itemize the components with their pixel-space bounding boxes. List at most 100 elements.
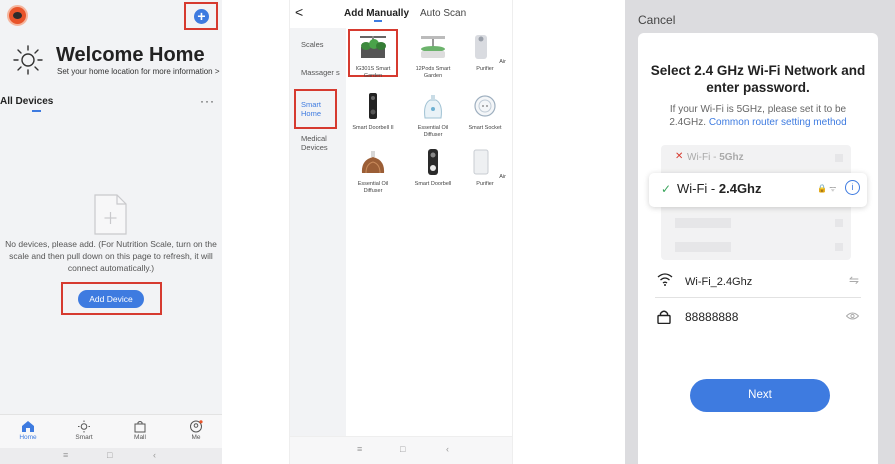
tab-indicator <box>32 110 41 112</box>
more-options-icon[interactable]: ··· <box>200 94 215 108</box>
air-purifier-icon <box>473 149 489 175</box>
info-icon[interactable]: i <box>845 180 860 195</box>
menu-icon[interactable]: ≡ <box>357 444 362 454</box>
device-label: Smart Doorbell <box>414 181 452 187</box>
close-icon: ✕ <box>675 151 684 162</box>
wifi-row-2-4ghz-selected[interactable]: ✓ Wi-Fi - 2.4Ghz 🔒 ᯤ i <box>649 173 867 207</box>
set-location-link[interactable]: Set your home location for more informat… <box>57 67 220 76</box>
stage: + Welcome Home Set your home location fo… <box>0 0 895 464</box>
highlight-box-add-device: Add Device <box>61 282 162 315</box>
wifi-5ghz-band: 5Ghz <box>719 152 744 163</box>
placeholder-bar <box>675 218 731 228</box>
device-item-doorbell-ii[interactable]: Smart Doorbell II <box>348 92 398 132</box>
pods-garden-icon <box>421 36 445 58</box>
placeholder-square <box>835 154 843 162</box>
device-item-12pods[interactable]: 12Pods Smart Garden <box>408 33 458 80</box>
check-icon: ✓ <box>661 182 672 196</box>
home-square-icon[interactable]: □ <box>400 444 405 454</box>
nav-item-mall[interactable]: Mall <box>118 420 162 441</box>
wifi-5ghz-prefix: Wi-Fi - <box>687 152 720 163</box>
switch-network-icon[interactable]: ⇋ <box>849 273 859 287</box>
device-item-wood-diffuser[interactable]: Essential Oil Diffuser <box>348 148 398 195</box>
device-label: 12Pods Smart Garden <box>415 66 451 79</box>
bottom-nav: Home Smart Mall Me <box>0 414 222 448</box>
device-label: Essential Oil Diffuser <box>417 125 449 138</box>
sun-icon <box>13 45 43 75</box>
home-top-bar: + <box>0 0 222 30</box>
device-item-ig301s[interactable]: IG301S Smart Garden <box>348 33 398 80</box>
diffuser-icon <box>424 95 442 119</box>
avatar[interactable] <box>7 5 28 26</box>
menu-icon[interactable]: ≡ <box>63 450 68 460</box>
wifi-2-4ghz-prefix: Wi-Fi - <box>677 181 719 196</box>
system-nav-bar: ≡ □ ‹ <box>0 448 222 464</box>
home-screen: + Welcome Home Set your home location fo… <box>0 0 222 464</box>
shopping-bag-icon <box>134 421 146 433</box>
ssid-field[interactable]: Wi-Fi_2.4Ghz ⇋ <box>655 264 861 298</box>
page-title: Welcome Home <box>56 44 205 66</box>
system-nav-bar: ≡ □ ‹ <box>290 436 512 464</box>
socket-icon <box>474 95 496 117</box>
smart-garden-icon <box>360 36 386 58</box>
device-item-air-purifier[interactable]: Air Purifier <box>460 33 510 73</box>
nav-item-smart[interactable]: Smart <box>62 420 106 441</box>
empty-file-icon <box>94 194 127 235</box>
tab-add-manually[interactable]: Add Manually <box>344 8 409 19</box>
highlight-box-add: + <box>184 2 218 30</box>
device-item-smart-doorbell[interactable]: Smart Doorbell <box>408 148 458 188</box>
password-field[interactable]: 88888888 <box>655 300 861 334</box>
wifi-5ghz-label: Wi-Fi - 5Ghz <box>687 152 744 163</box>
back-icon[interactable]: < <box>295 4 303 20</box>
field-divider <box>655 297 861 298</box>
tab-all-devices[interactable]: All Devices <box>0 96 53 107</box>
nav-label-mall: Mall <box>134 434 146 441</box>
tab-auto-scan[interactable]: Auto Scan <box>420 8 466 19</box>
router-setting-link[interactable]: Common router setting method <box>709 117 847 128</box>
air-purifier-icon <box>475 35 488 59</box>
category-scales[interactable]: Scales <box>301 40 324 49</box>
device-label: IG301S Smart Garden <box>355 66 391 79</box>
placeholder-square <box>835 243 843 251</box>
tab-indicator <box>374 20 382 22</box>
sun-icon <box>78 420 90 433</box>
placeholder-square <box>835 219 843 227</box>
wood-diffuser-icon <box>361 151 385 174</box>
placeholder-bar <box>675 242 731 252</box>
eye-icon[interactable] <box>846 312 859 320</box>
back-icon[interactable]: ‹ <box>153 450 156 460</box>
nav-item-me[interactable]: Me <box>174 420 218 441</box>
next-button[interactable]: Next <box>690 379 830 412</box>
nav-label-me: Me <box>191 434 201 441</box>
empty-state-message: No devices, please add. (For Nutrition S… <box>5 239 217 273</box>
wifi-icon <box>657 273 673 286</box>
add-device-button[interactable]: Add Device <box>78 290 144 308</box>
wifi-row-placeholder <box>661 213 851 233</box>
user-icon <box>190 420 203 433</box>
category-medical-devices[interactable]: Medical Devices <box>301 134 341 152</box>
wifi-card: Select 2.4 GHz Wi-Fi Network and enter p… <box>638 33 878 464</box>
home-icon <box>22 421 34 432</box>
page-title: Select 2.4 GHz Wi-Fi Network and enter p… <box>650 63 866 95</box>
wifi-2-4ghz-band: 2.4Ghz <box>718 181 762 196</box>
device-item-smart-socket[interactable]: Smart Socket <box>460 92 510 132</box>
nav-item-home[interactable]: Home <box>6 420 50 441</box>
home-square-icon[interactable]: □ <box>107 450 112 460</box>
device-item-essential-oil-diffuser[interactable]: Essential Oil Diffuser <box>408 92 458 139</box>
category-massagers[interactable]: Massager s <box>301 68 343 77</box>
wifi-row-5ghz: ✕ Wi-Fi - 5Ghz <box>661 148 851 168</box>
back-icon[interactable]: ‹ <box>446 444 449 454</box>
device-label: Smart Socket <box>468 125 502 131</box>
lock-wifi-icon: 🔒 ᯤ <box>817 184 837 193</box>
wifi-instructions: If your Wi-Fi is 5GHz, please set it to … <box>638 103 878 129</box>
password-value: 88888888 <box>685 310 739 324</box>
doorbell-icon <box>428 149 438 175</box>
wifi-2-4ghz-label: Wi-Fi - 2.4Ghz <box>677 181 762 196</box>
wifi-setup-screen: Cancel Select 2.4 GHz Wi-Fi Network and … <box>625 0 895 464</box>
device-label: Smart Doorbell II <box>352 125 394 131</box>
device-item-air-purifier-2[interactable]: Air Purifier <box>460 148 510 188</box>
device-label: Essential Oil Diffuser <box>357 181 389 194</box>
add-device-plus-icon[interactable]: + <box>194 9 209 24</box>
nav-label-smart: Smart <box>75 434 93 441</box>
add-device-screen: < Add Manually Auto Scan Scales Massager… <box>289 0 513 464</box>
cancel-button[interactable]: Cancel <box>638 13 675 27</box>
